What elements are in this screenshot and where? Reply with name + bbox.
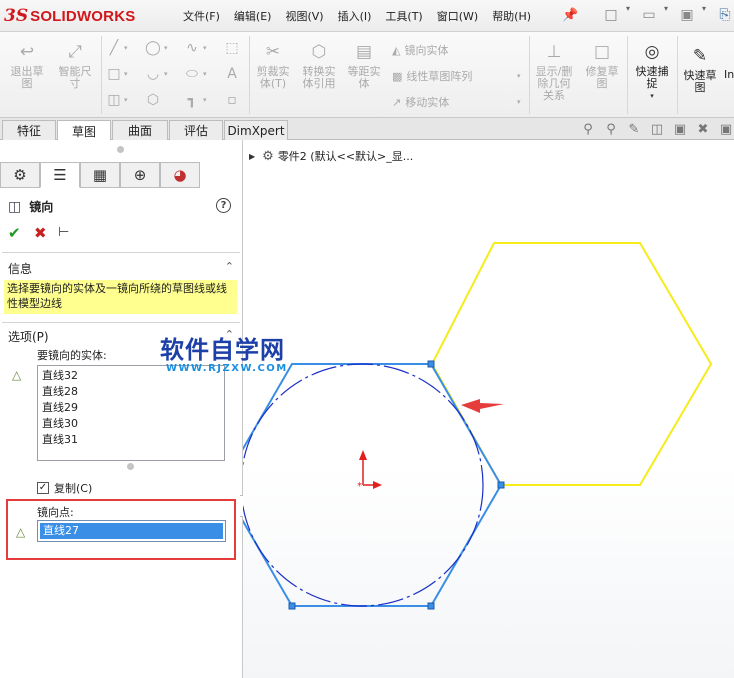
sketch-point[interactable] bbox=[288, 602, 296, 610]
svg-text:*: * bbox=[357, 481, 362, 492]
watermark-title: 软件自学网 bbox=[160, 336, 285, 364]
red-arrow-annotation bbox=[461, 399, 504, 413]
origin-icon: * bbox=[357, 450, 382, 492]
sketch-canvas[interactable]: * bbox=[0, 0, 734, 678]
watermark: 软件自学网 WWW.RJZXW.COM bbox=[160, 330, 288, 374]
construction-circle[interactable] bbox=[241, 363, 484, 607]
sketch-point[interactable] bbox=[427, 602, 435, 610]
mirrored-hexagon[interactable] bbox=[430, 242, 713, 486]
watermark-url: WWW.RJZXW.COM bbox=[166, 363, 288, 374]
sketch-point[interactable] bbox=[497, 481, 505, 489]
sketch-point[interactable] bbox=[427, 360, 435, 368]
